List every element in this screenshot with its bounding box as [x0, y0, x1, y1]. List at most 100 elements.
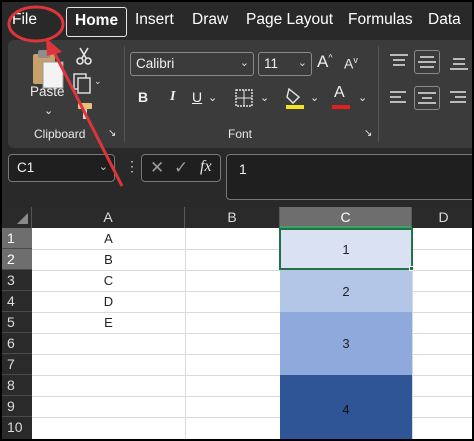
svg-text:⌄: ⌄ [94, 77, 102, 87]
row-header-5[interactable]: 5 [2, 312, 32, 333]
scissors-icon [76, 47, 92, 65]
shrink-font-label: A [344, 55, 354, 72]
row-header-3[interactable]: 3 [2, 270, 32, 291]
grow-font-label: A [317, 52, 329, 71]
cell-a5[interactable]: E [32, 312, 185, 332]
middle-align-button[interactable] [414, 50, 440, 74]
clipboard-dialog-launcher-icon[interactable]: ↘ [108, 128, 116, 139]
font-color-letter: A [334, 84, 345, 101]
row-header-10[interactable]: 10 [2, 417, 32, 439]
increase-font-size-button[interactable]: A^ [317, 52, 333, 72]
chevron-down-icon: ⌄ [98, 161, 108, 173]
column-header-b[interactable]: B [185, 207, 280, 228]
cut-button[interactable] [74, 46, 94, 66]
row-header-7[interactable]: 7 [2, 354, 32, 375]
formula-bar: C1 ⌄ ⋮ ✕ ✓ fx 1 [2, 148, 472, 204]
paste-chevron-down-icon[interactable]: ⌄ [44, 104, 53, 117]
top-align-button[interactable] [388, 52, 410, 72]
font-size-value: 11 [264, 56, 279, 71]
enter-check-icon[interactable]: ✓ [174, 158, 188, 178]
name-box-value: C1 [17, 160, 35, 175]
decrease-font-size-button[interactable]: Av [344, 55, 358, 72]
align-top-icon [390, 54, 408, 66]
select-all-corner[interactable] [2, 207, 32, 228]
bold-button[interactable]: B [138, 89, 148, 105]
worksheet-grid: A B C D 1 2 3 4 5 6 7 8 9 10 A B C D E 1 [2, 207, 472, 439]
column-header-c[interactable]: C [280, 207, 412, 228]
align-left-icon [390, 91, 406, 103]
row-header-2[interactable]: 2 [2, 249, 32, 270]
cell-a1[interactable]: A [32, 228, 185, 248]
underline-button[interactable]: U [192, 89, 202, 105]
row-header-4[interactable]: 4 [2, 291, 32, 312]
fill-color-chevron-down-icon[interactable]: ⌄ [310, 91, 319, 104]
more-options-icon[interactable]: ⋮ [125, 158, 139, 175]
chevron-down-icon: ⌄ [297, 57, 307, 69]
tab-data[interactable]: Data [428, 11, 461, 29]
merged-cell-value: 2 [342, 283, 350, 299]
tab-page-layout[interactable]: Page Layout [246, 11, 333, 29]
formula-input[interactable]: 1 [226, 154, 472, 200]
paintbrush-icon [78, 103, 92, 119]
borders-chevron-down-icon[interactable]: ⌄ [260, 91, 269, 104]
cell-a4[interactable]: D [32, 291, 185, 311]
cell-a2[interactable]: B [32, 249, 185, 269]
paste-label[interactable]: Paste [30, 84, 65, 99]
borders-button[interactable] [234, 88, 256, 108]
tab-insert[interactable]: Insert [135, 11, 174, 29]
name-box[interactable]: C1 ⌄ [8, 154, 115, 182]
format-painter-button[interactable] [74, 100, 96, 122]
copy-button[interactable]: ⌄ [72, 72, 102, 94]
row-header-1[interactable]: 1 [2, 228, 32, 249]
merged-cell-value: 3 [342, 336, 350, 351]
align-right-icon [450, 91, 466, 103]
font-dialog-launcher-icon[interactable]: ↘ [364, 128, 372, 139]
cell-a3[interactable]: C [32, 270, 185, 290]
insert-function-button[interactable]: fx [200, 158, 212, 176]
borders-icon [235, 89, 253, 107]
fill-color-button[interactable] [284, 86, 306, 110]
italic-button[interactable]: I [170, 89, 175, 105]
fill-handle[interactable] [409, 266, 414, 271]
font-color-swatch [332, 105, 350, 109]
active-cell-border [279, 228, 413, 270]
select-all-triangle-icon [17, 213, 28, 224]
gridline [185, 228, 186, 439]
column-header-a[interactable]: A [32, 207, 185, 228]
ribbon-tab-bar: File Home Insert Draw Page Layout Formul… [2, 2, 472, 40]
merged-cell-value: 4 [342, 401, 350, 417]
merged-cell-c5-c7[interactable]: 3 [280, 312, 412, 375]
tab-home[interactable]: Home [66, 7, 128, 37]
merged-cell-c8-c10[interactable]: 4 [280, 375, 412, 439]
align-left-button[interactable] [388, 88, 410, 108]
font-name-value: Calibri [136, 56, 175, 71]
merged-cell-c3-c4[interactable]: 2 [280, 270, 412, 312]
chevron-down-icon: ⌄ [239, 57, 249, 69]
tab-file[interactable]: File [12, 11, 37, 29]
font-name-dropdown[interactable]: Calibri ⌄ [130, 52, 254, 76]
cancel-icon[interactable]: ✕ [150, 158, 164, 178]
align-right-button[interactable] [448, 88, 470, 108]
paint-bucket-icon [286, 87, 304, 109]
row-header-8[interactable]: 8 [2, 375, 32, 396]
ribbon-separator [124, 46, 125, 142]
align-center-button[interactable] [414, 86, 440, 110]
font-group-label: Font [228, 127, 253, 141]
excel-window: File Home Insert Draw Page Layout Formul… [0, 0, 474, 441]
bottom-align-button[interactable] [448, 52, 470, 72]
ribbon-home: Paste ⌄ ⌄ Clipboard ↘ Calibri ⌄ 11 ⌄ A^ … [8, 40, 472, 148]
row-header-9[interactable]: 9 [2, 396, 32, 417]
tab-formulas[interactable]: Formulas [348, 11, 413, 29]
font-color-button[interactable]: A [330, 84, 352, 110]
tab-draw[interactable]: Draw [192, 11, 228, 29]
align-center-icon [418, 92, 436, 104]
underline-chevron-down-icon[interactable]: ⌄ [208, 91, 217, 104]
row-header-6[interactable]: 6 [2, 333, 32, 354]
copy-icon: ⌄ [73, 73, 102, 94]
align-bottom-icon [450, 58, 468, 70]
font-size-dropdown[interactable]: 11 ⌄ [258, 52, 312, 76]
ribbon-separator [378, 46, 379, 142]
column-header-d[interactable]: D [412, 207, 472, 228]
font-color-chevron-down-icon[interactable]: ⌄ [358, 91, 367, 104]
align-middle-icon [418, 56, 436, 68]
